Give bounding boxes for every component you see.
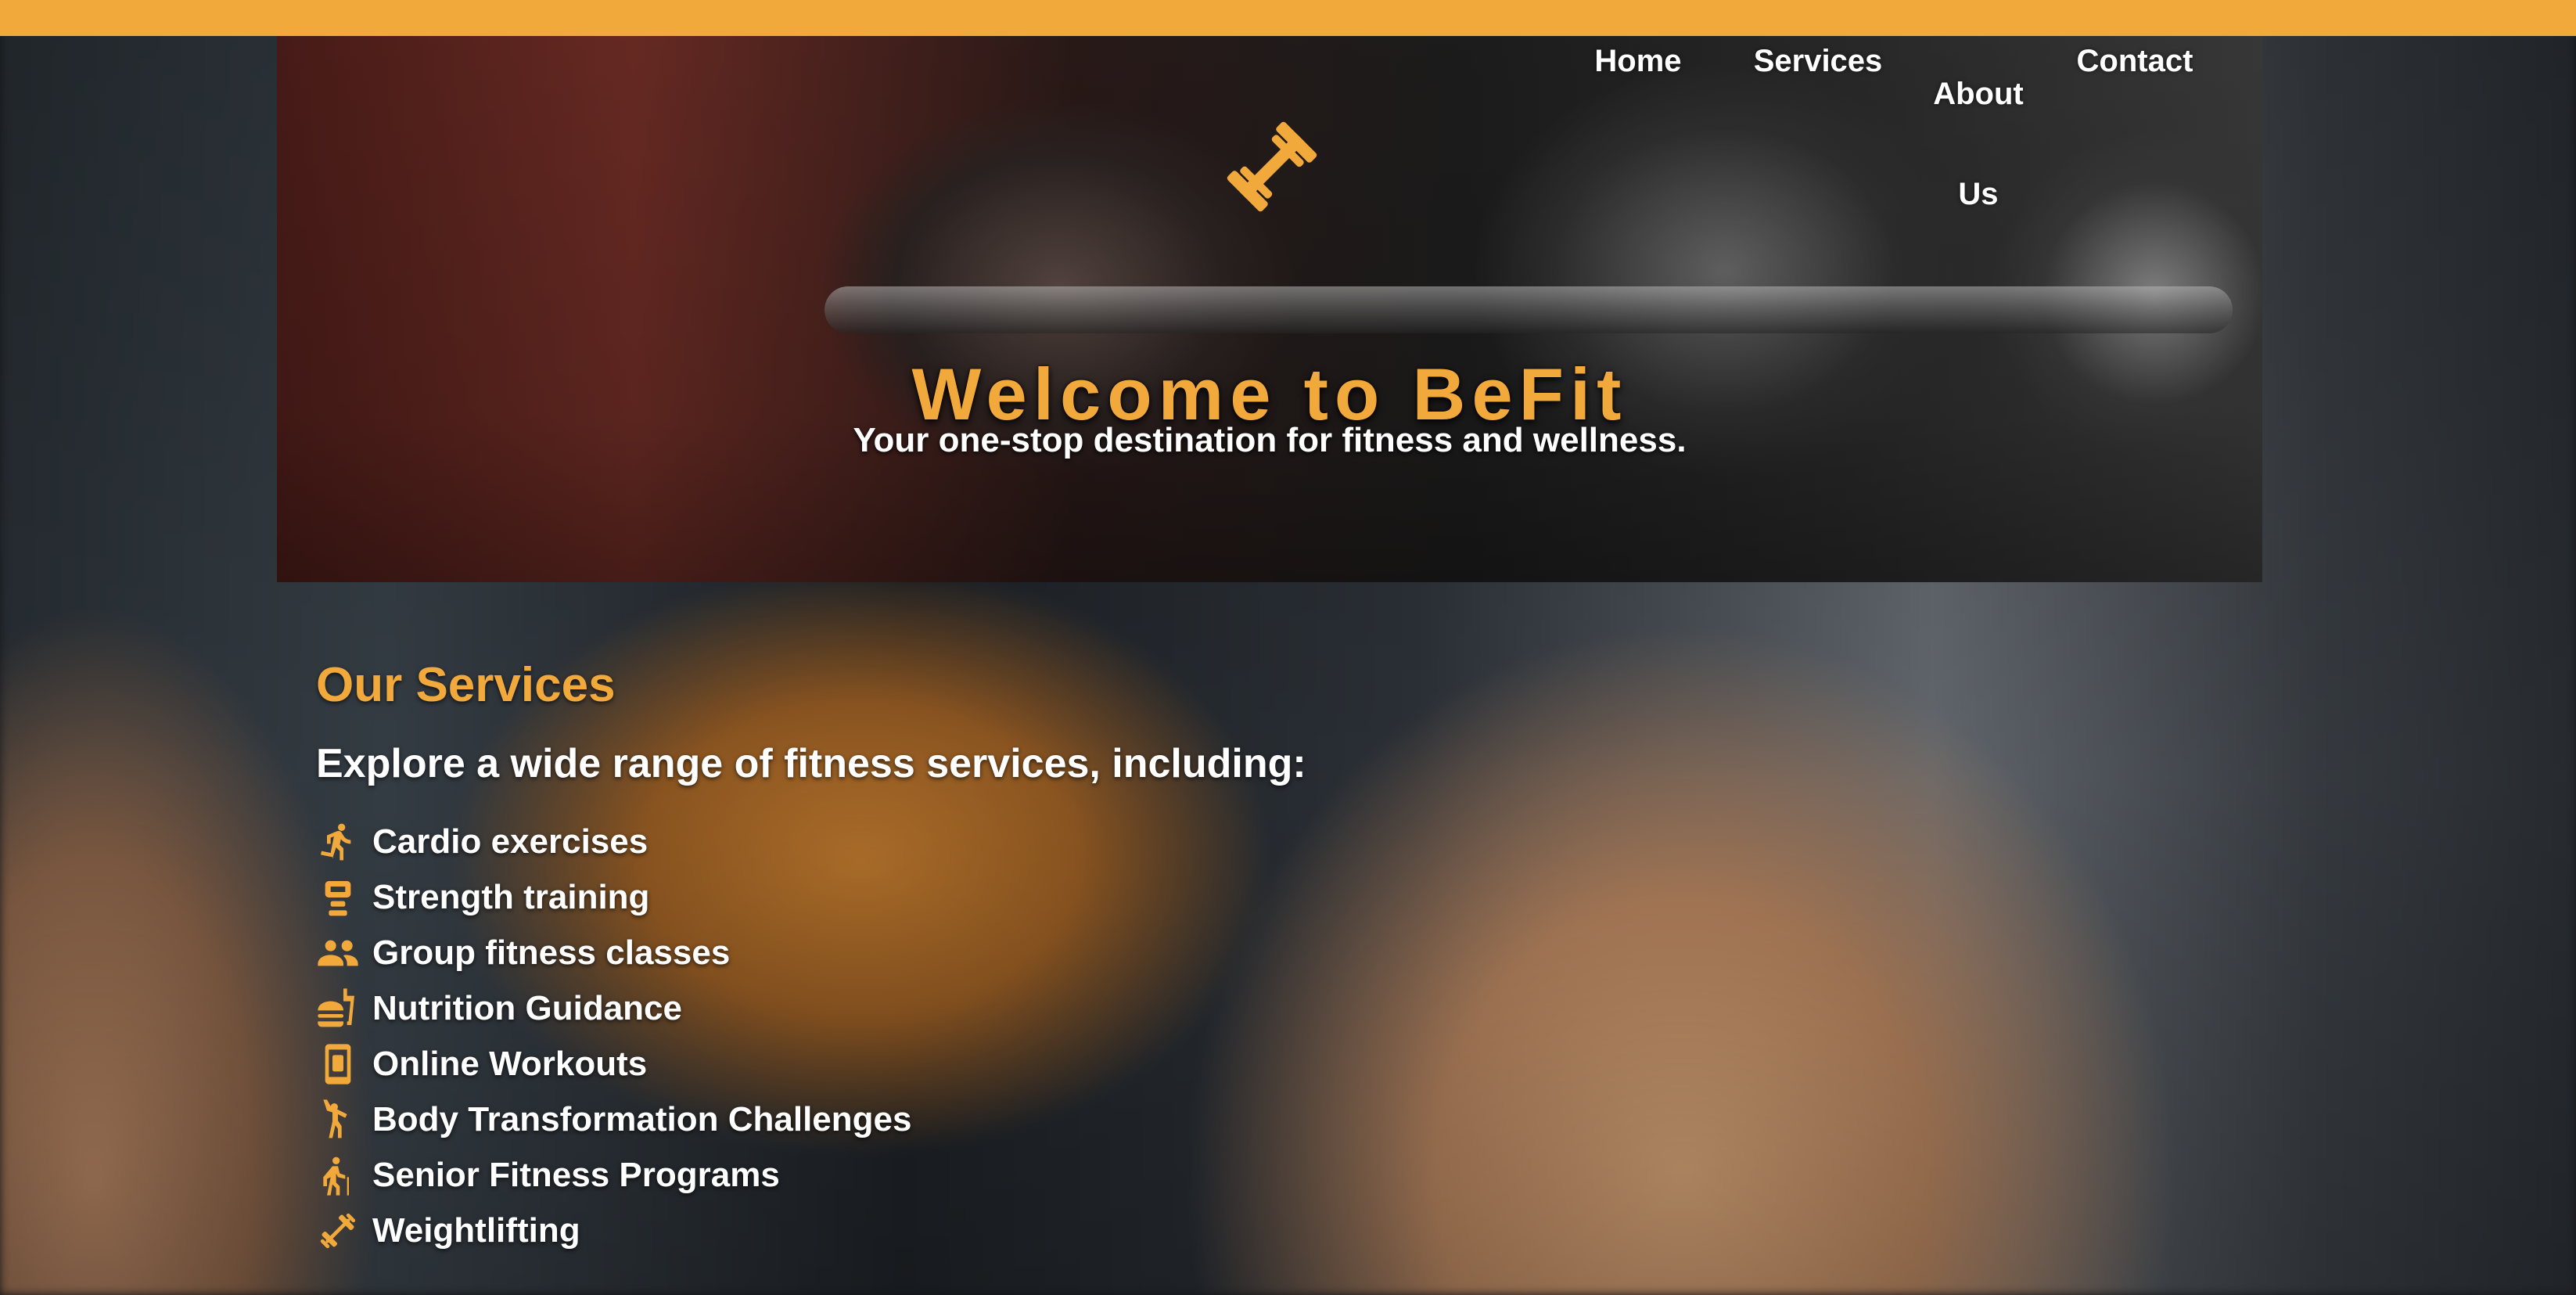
service-label: Senior Fitness Programs bbox=[372, 1155, 780, 1194]
service-item-senior-fitness: Senior Fitness Programs bbox=[316, 1147, 1724, 1203]
kettlebell-icon bbox=[316, 876, 360, 919]
dumbbell-icon bbox=[316, 1209, 360, 1253]
hero-banner: Home Services About Us Contact Welcome t… bbox=[277, 36, 2262, 582]
person-with-cane-icon bbox=[316, 1153, 360, 1197]
service-label: Body Transformation Challenges bbox=[372, 1099, 912, 1139]
service-item-weightlifting: Weightlifting bbox=[316, 1203, 1724, 1258]
service-list: Cardio exercises Strength training Group… bbox=[316, 814, 1724, 1258]
group-icon bbox=[316, 931, 360, 975]
nav-contact[interactable]: Contact bbox=[2068, 44, 2201, 78]
dumbbell-icon bbox=[1221, 116, 1323, 218]
nav-services[interactable]: Services bbox=[1732, 44, 1904, 78]
service-item-nutrition: Nutrition Guidance bbox=[316, 980, 1724, 1036]
mobile-device-icon bbox=[316, 1042, 360, 1086]
hero-subtitle: Your one-stop destination for fitness an… bbox=[853, 421, 1687, 459]
nav-about-us[interactable]: About Us bbox=[1932, 44, 2025, 244]
services-section: Our Services Explore a wide range of fit… bbox=[316, 649, 1724, 1258]
service-label: Cardio exercises bbox=[372, 822, 648, 861]
services-title: Our Services bbox=[316, 658, 616, 712]
service-label: Online Workouts bbox=[372, 1044, 648, 1083]
top-accent-bar bbox=[0, 0, 2576, 36]
service-item-cardio: Cardio exercises bbox=[316, 814, 1724, 869]
service-label: Nutrition Guidance bbox=[372, 988, 682, 1027]
service-item-group-classes: Group fitness classes bbox=[316, 925, 1724, 980]
person-raising-arm-icon bbox=[316, 1098, 360, 1142]
service-item-online-workouts: Online Workouts bbox=[316, 1036, 1724, 1092]
running-icon bbox=[316, 820, 360, 864]
service-label: Strength training bbox=[372, 877, 650, 916]
service-label: Weightlifting bbox=[372, 1210, 580, 1250]
nav-home[interactable]: Home bbox=[1568, 44, 1708, 78]
burger-drink-icon bbox=[316, 987, 360, 1031]
services-intro: Explore a wide range of fitness services… bbox=[316, 741, 1306, 786]
service-label: Group fitness classes bbox=[372, 933, 731, 972]
service-item-body-transformation: Body Transformation Challenges bbox=[316, 1092, 1724, 1147]
service-item-strength: Strength training bbox=[316, 869, 1724, 925]
